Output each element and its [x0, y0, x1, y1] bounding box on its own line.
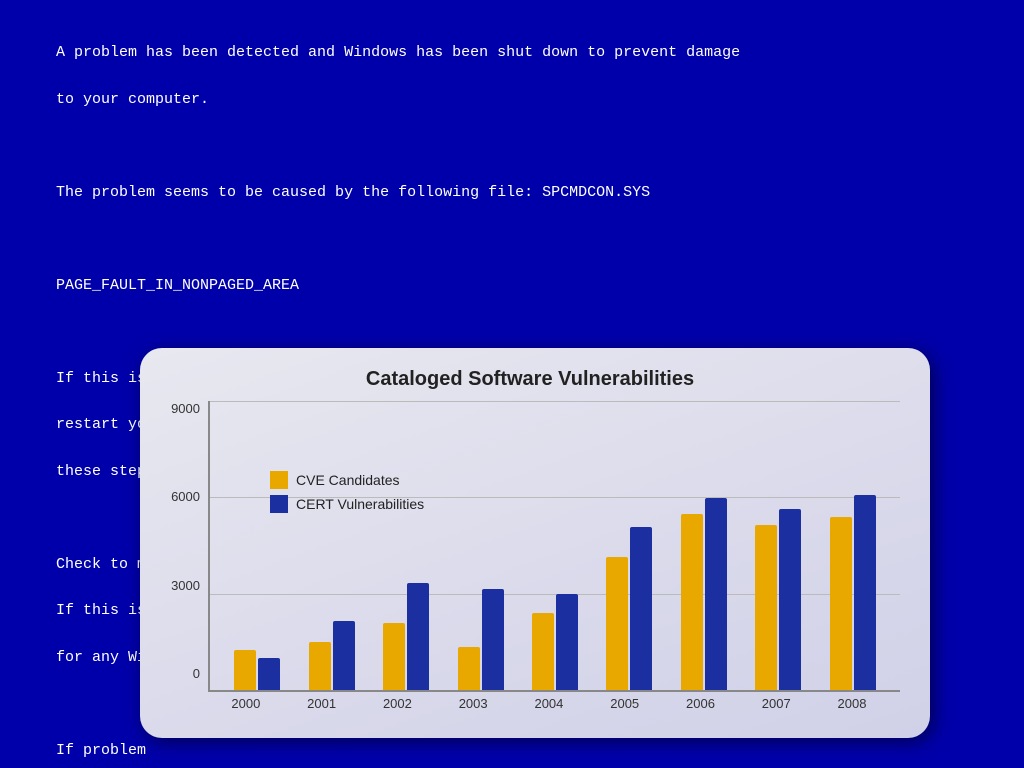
bar-cert-2007 [779, 509, 801, 690]
chart-yaxis: 9000 6000 3000 0 [160, 401, 208, 711]
xaxis-label-2006: 2006 [677, 696, 723, 711]
bar-group-2003 [458, 589, 504, 690]
chart-area: 9000 6000 3000 0 [160, 401, 900, 711]
chart-bars-container: CVE Candidates CERT Vulnerabilities [208, 401, 900, 692]
legend-cert: CERT Vulnerabilities [270, 495, 424, 513]
bar-cert-2005 [630, 527, 652, 690]
bar-cve-2004 [532, 613, 554, 690]
bar-cve-2007 [755, 525, 777, 690]
legend-cve-label: CVE Candidates [296, 472, 400, 488]
chart-overlay: Cataloged Software Vulnerabilities 9000 … [140, 348, 930, 738]
yaxis-label-6000: 6000 [171, 489, 200, 504]
bar-group-2004 [532, 594, 578, 690]
bar-group-2008 [830, 495, 876, 690]
chart-title: Cataloged Software Vulnerabilities [160, 368, 900, 391]
xaxis-label-2005: 2005 [602, 696, 648, 711]
bar-cve-2003 [458, 647, 480, 690]
bar-group-2007 [755, 509, 801, 690]
bar-cert-2004 [556, 594, 578, 690]
legend-cve: CVE Candidates [270, 471, 424, 489]
xaxis-label-2002: 2002 [374, 696, 420, 711]
legend-cve-box [270, 471, 288, 489]
bars-row [210, 401, 900, 690]
bar-group-2006 [681, 498, 727, 690]
bsod-line1: A problem has been detected and Windows … [56, 44, 740, 61]
bar-cert-2001 [333, 621, 355, 690]
bar-cert-2000 [258, 658, 280, 690]
bar-group-2000 [234, 650, 280, 690]
bar-cve-2000 [234, 650, 256, 690]
bsod-screen: A problem has been detected and Windows … [0, 0, 1024, 768]
yaxis-label-9000: 9000 [171, 401, 200, 416]
bar-group-2005 [606, 527, 652, 690]
xaxis-label-2001: 2001 [299, 696, 345, 711]
xaxis-label-2000: 2000 [223, 696, 269, 711]
bar-cert-2002 [407, 583, 429, 690]
bsod-line16: If problem [56, 742, 146, 759]
bar-group-2001 [309, 621, 355, 690]
xaxis-label-2007: 2007 [753, 696, 799, 711]
chart-xaxis: 2000 2001 2002 2003 2004 2005 2006 2007 2008 [208, 692, 900, 711]
legend-cert-box [270, 495, 288, 513]
chart-main: CVE Candidates CERT Vulnerabilities 2000… [208, 401, 900, 711]
bar-cert-2003 [482, 589, 504, 690]
bar-cve-2005 [606, 557, 628, 690]
bar-cve-2002 [383, 623, 405, 690]
bar-group-2002 [383, 583, 429, 690]
bar-cve-2008 [830, 517, 852, 690]
bsod-line2: to your computer. [56, 91, 209, 108]
chart-legend: CVE Candidates CERT Vulnerabilities [270, 471, 424, 513]
xaxis-label-2003: 2003 [450, 696, 496, 711]
bar-cert-2008 [854, 495, 876, 690]
bsod-error-code: PAGE_FAULT_IN_NONPAGED_AREA [56, 277, 299, 294]
xaxis-label-2008: 2008 [829, 696, 875, 711]
legend-cert-label: CERT Vulnerabilities [296, 496, 424, 512]
bsod-line4: The problem seems to be caused by the fo… [56, 184, 650, 201]
yaxis-label-3000: 3000 [171, 578, 200, 593]
bar-cve-2001 [309, 642, 331, 690]
yaxis-label-0: 0 [193, 666, 200, 681]
xaxis-label-2004: 2004 [526, 696, 572, 711]
bar-cert-2006 [705, 498, 727, 690]
bar-cve-2006 [681, 514, 703, 690]
